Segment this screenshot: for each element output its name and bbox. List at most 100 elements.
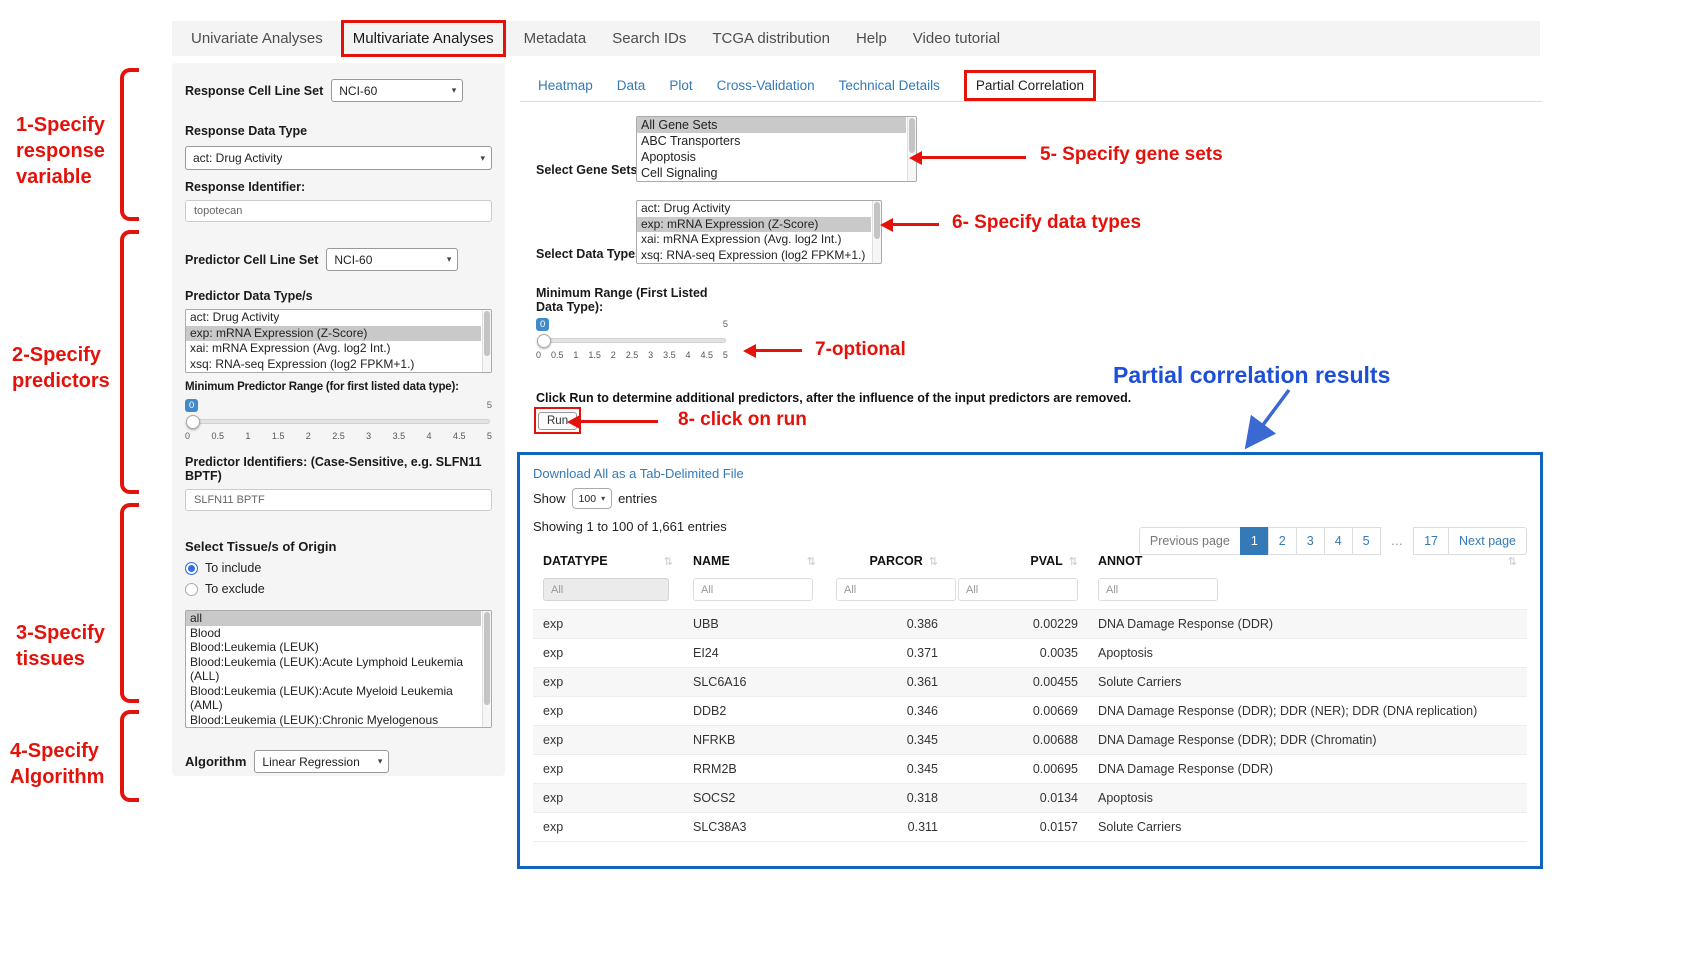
tab[interactable]: Data bbox=[617, 78, 646, 93]
min-predictor-range-slider[interactable]: 0 5 00.511.522.533.544.55 bbox=[185, 399, 492, 445]
response-identifier-input[interactable] bbox=[185, 200, 492, 222]
pagination-button[interactable]: 17 bbox=[1413, 527, 1449, 555]
page-size-select[interactable]: 100 ▾ bbox=[572, 488, 613, 509]
cell-parcor: 0.371 bbox=[826, 639, 948, 668]
cell-datatype: exp bbox=[533, 726, 683, 755]
scrollbar-thumb[interactable] bbox=[909, 118, 915, 153]
listbox-option[interactable]: act: Drug Activity bbox=[186, 310, 481, 326]
response-data-type-select[interactable]: act: Drug Activity ▾ bbox=[185, 146, 492, 170]
cell-parcor: 0.345 bbox=[826, 755, 948, 784]
listbox-option[interactable]: xai: mRNA Expression (Avg. log2 Int.) bbox=[637, 232, 871, 248]
column-header[interactable]: PVAL ⇅ bbox=[948, 548, 1088, 574]
scrollbar-thumb[interactable] bbox=[484, 612, 490, 705]
slider-value-badge: 0 bbox=[185, 399, 198, 412]
radio-label: To exclude bbox=[205, 582, 265, 596]
blue-arrow-icon bbox=[1235, 385, 1305, 455]
tab[interactable]: Heatmap bbox=[538, 78, 593, 93]
tissue-exclude-radio[interactable]: To exclude bbox=[185, 582, 492, 596]
column-header[interactable]: NAME ⇅ bbox=[683, 548, 826, 574]
scrollbar[interactable] bbox=[482, 310, 491, 372]
nav-item[interactable]: Univariate Analyses bbox=[178, 30, 336, 47]
filter-datatype-input[interactable] bbox=[543, 578, 669, 601]
slider-track[interactable] bbox=[187, 419, 490, 424]
predictor-data-types-label: Predictor Data Type/s bbox=[185, 289, 492, 303]
slider-handle[interactable] bbox=[537, 334, 551, 348]
nav-item[interactable]: TCGA distribution bbox=[699, 30, 843, 47]
pagination-button[interactable]: Previous page bbox=[1139, 527, 1241, 555]
listbox-option[interactable]: xsq: RNA-seq Expression (log2 FPKM+1.) bbox=[637, 248, 871, 264]
listbox-option[interactable]: exp: mRNA Expression (Z-Score) bbox=[637, 217, 871, 233]
cell-pval: 0.00455 bbox=[948, 668, 1088, 697]
response-cell-line-set-select[interactable]: NCI-60 ▾ bbox=[331, 79, 463, 102]
tab[interactable]: Cross-Validation bbox=[717, 78, 815, 93]
slider-tick-label: 2.5 bbox=[626, 350, 639, 360]
algorithm-select[interactable]: Linear Regression ▾ bbox=[254, 750, 389, 773]
table-row: exp SOCS2 0.318 0.0134 Apoptosis bbox=[533, 784, 1527, 813]
nav-item[interactable]: Multivariate Analyses bbox=[341, 20, 506, 57]
column-header-label: ANNOT bbox=[1098, 554, 1142, 568]
slider-tick-label: 0 bbox=[185, 431, 190, 441]
cell-annot: DNA Damage Response (DDR); DDR (NER); DD… bbox=[1088, 697, 1527, 726]
pagination-button[interactable]: … bbox=[1380, 527, 1415, 555]
scrollbar[interactable] bbox=[482, 611, 491, 727]
listbox-option[interactable]: Cell Signaling bbox=[637, 165, 906, 181]
table-row: exp NFRKB 0.345 0.00688 DNA Damage Respo… bbox=[533, 726, 1527, 755]
listbox-option[interactable]: all bbox=[186, 611, 481, 626]
filter-pval-input[interactable] bbox=[958, 578, 1078, 601]
predictor-cell-line-set-select[interactable]: NCI-60 ▾ bbox=[326, 248, 458, 271]
slider-handle[interactable] bbox=[186, 415, 200, 429]
sort-icon: ⇅ bbox=[1069, 555, 1078, 568]
response-data-type-label: Response Data Type bbox=[185, 124, 492, 138]
pagination-button[interactable]: 4 bbox=[1324, 527, 1353, 555]
pagination-button[interactable]: 1 bbox=[1240, 527, 1269, 555]
slider-track[interactable] bbox=[538, 338, 726, 343]
scrollbar[interactable] bbox=[872, 201, 881, 263]
filter-parcor-input[interactable] bbox=[836, 578, 956, 601]
listbox-option[interactable]: Blood:Leukemia (LEUK):Acute Lymphoid Leu… bbox=[186, 655, 481, 684]
cell-parcor: 0.311 bbox=[826, 813, 948, 842]
tab[interactable]: Partial Correlation bbox=[964, 70, 1096, 101]
nav-item[interactable]: Help bbox=[843, 30, 900, 47]
slider-tick-label: 1.5 bbox=[272, 431, 285, 441]
cell-datatype: exp bbox=[533, 784, 683, 813]
column-header[interactable]: DATATYPE ⇅ bbox=[533, 548, 683, 574]
tab[interactable]: Plot bbox=[669, 78, 692, 93]
nav-item[interactable]: Search IDs bbox=[599, 30, 699, 47]
cell-annot: Solute Carriers bbox=[1088, 813, 1527, 842]
scrollbar-thumb[interactable] bbox=[484, 311, 490, 356]
listbox-option[interactable]: xsq: RNA-seq Expression (log2 FPKM+1.) bbox=[186, 357, 481, 373]
listbox-option[interactable]: ABC Transporters bbox=[637, 133, 906, 149]
listbox-option[interactable]: exp: mRNA Expression (Z-Score) bbox=[186, 326, 481, 342]
scrollbar[interactable] bbox=[907, 117, 916, 181]
listbox-option[interactable]: Blood:Leukemia (LEUK):Acute Myeloid Leuk… bbox=[186, 684, 481, 713]
filter-name-input[interactable] bbox=[693, 578, 813, 601]
cell-name: EI24 bbox=[683, 639, 826, 668]
filter-annot-input[interactable] bbox=[1098, 578, 1218, 601]
listbox-option[interactable]: act: Drug Activity bbox=[637, 201, 871, 217]
tab[interactable]: Technical Details bbox=[839, 78, 940, 93]
nav-item[interactable]: Metadata bbox=[511, 30, 600, 47]
predictor-identifiers-input[interactable] bbox=[185, 489, 492, 511]
tissue-include-radio[interactable]: To include bbox=[185, 561, 492, 575]
pagination-button[interactable]: Next page bbox=[1448, 527, 1527, 555]
nav-item[interactable]: Video tutorial bbox=[900, 30, 1013, 47]
listbox-option[interactable]: Apoptosis bbox=[637, 149, 906, 165]
sort-icon: ⇅ bbox=[1508, 555, 1517, 568]
listbox-option[interactable]: xai: mRNA Expression (Avg. log2 Int.) bbox=[186, 341, 481, 357]
listbox-option[interactable]: Blood:Leukemia (LEUK):Chronic Myelogenou… bbox=[186, 713, 481, 729]
pagination-button[interactable]: 5 bbox=[1352, 527, 1381, 555]
cell-annot: Solute Carriers bbox=[1088, 668, 1527, 697]
min-range-slider[interactable]: 0 5 00.511.522.533.544.55 bbox=[536, 318, 728, 364]
chevron-down-icon: ▾ bbox=[378, 756, 383, 767]
partial-correlation-results-panel: Download All as a Tab-Delimited File Sho… bbox=[517, 452, 1543, 869]
sidebar-controls: Response Cell Line Set NCI-60 ▾ Response… bbox=[172, 63, 505, 776]
select-value: NCI-60 bbox=[334, 253, 372, 267]
pagination-button[interactable]: 2 bbox=[1268, 527, 1297, 555]
download-link[interactable]: Download All as a Tab-Delimited File bbox=[533, 466, 744, 481]
min-predictor-range-label: Minimum Predictor Range (for first liste… bbox=[185, 381, 492, 393]
listbox-option[interactable]: All Gene Sets bbox=[637, 117, 906, 133]
pagination-button[interactable]: 3 bbox=[1296, 527, 1325, 555]
listbox-option[interactable]: Blood:Leukemia (LEUK) bbox=[186, 640, 481, 655]
column-header[interactable]: PARCOR ⇅ bbox=[826, 548, 948, 574]
listbox-option[interactable]: Blood bbox=[186, 626, 481, 641]
